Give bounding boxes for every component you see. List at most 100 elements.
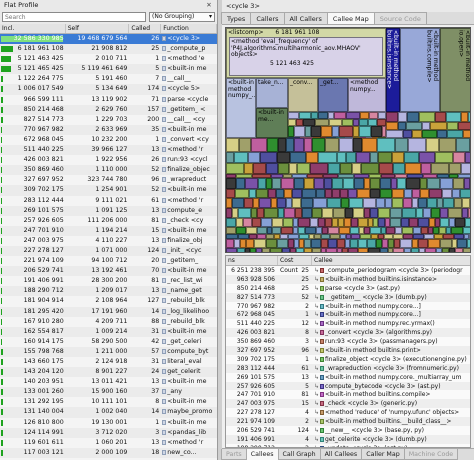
column-header-callee[interactable]: Callee: [312, 256, 470, 265]
treemap-block[interactable]: [447, 130, 463, 138]
treemap-block[interactable]: [448, 208, 462, 218]
treemap-block[interactable]: [310, 163, 328, 174]
treemap-block[interactable]: [422, 122, 430, 130]
treemap-block[interactable]: [236, 227, 246, 234]
treemap-block[interactable]: [379, 163, 393, 174]
treemap-block[interactable]: [440, 208, 448, 218]
treemap-block[interactable]: [429, 189, 442, 198]
treemap-block[interactable]: [431, 208, 440, 218]
treemap-block[interactable]: [266, 239, 277, 248]
tab-callees[interactable]: Callees: [245, 449, 279, 460]
treemap-block[interactable]: [284, 189, 292, 198]
treemap-block[interactable]: [412, 130, 422, 138]
treemap-block[interactable]: [463, 248, 470, 252]
treemap-block[interactable]: [249, 189, 256, 198]
treemap-block[interactable]: [382, 126, 386, 137]
treemap-block[interactable]: [386, 130, 403, 138]
treemap-block[interactable]: [296, 119, 303, 126]
treemap-block[interactable]: [460, 189, 470, 198]
treemap-block-get[interactable]: _get...: [318, 78, 348, 112]
treemap-block[interactable]: [302, 189, 316, 198]
treemap-block[interactable]: [304, 239, 311, 248]
treemap-block[interactable]: [358, 239, 367, 248]
treemap-block[interactable]: [363, 198, 376, 208]
table-row[interactable]: 131 292 195 10 111 101 8 <built-in me: [0, 397, 217, 407]
treemap-block[interactable]: [253, 163, 266, 174]
treemap-block[interactable]: [458, 122, 470, 130]
treemap-block[interactable]: [390, 218, 401, 227]
treemap-block[interactable]: [353, 208, 364, 218]
treemap-block[interactable]: [447, 122, 458, 130]
treemap-block[interactable]: [367, 239, 376, 248]
treemap-block[interactable]: [312, 208, 322, 218]
table-row[interactable]: 206 529 741 13 192 461 70 <built-in me: [0, 266, 217, 277]
treemap-block[interactable]: [318, 218, 325, 227]
treemap-block[interactable]: [283, 218, 293, 227]
treemap-block[interactable]: [439, 227, 446, 234]
treemap-block[interactable]: [292, 189, 302, 198]
treemap-block[interactable]: [270, 248, 282, 252]
table-row[interactable]: 5 121 463 425 2 010 711 1 <method 'e: [0, 54, 217, 64]
treemap-block[interactable]: [457, 239, 467, 248]
treemap-block[interactable]: [235, 189, 249, 198]
treemap-block[interactable]: [402, 208, 416, 218]
treemap-block[interactable]: [378, 112, 386, 119]
treemap-block[interactable]: [277, 198, 286, 208]
treemap-block[interactable]: [298, 218, 310, 227]
treemap-block[interactable]: [435, 152, 453, 163]
treemap-block[interactable]: [467, 239, 470, 248]
treemap-block[interactable]: [407, 112, 419, 122]
treemap-block[interactable]: [332, 126, 339, 137]
treemap-block[interactable]: [289, 163, 297, 174]
treemap-block[interactable]: [313, 198, 327, 208]
treemap-block[interactable]: [385, 198, 392, 208]
tab-source-code[interactable]: Source Code: [373, 12, 427, 24]
treemap-block[interactable]: [455, 218, 465, 227]
table-row[interactable]: 350 869 460 1 110 000 52 finalize_objec: [0, 165, 217, 176]
treemap-block[interactable]: [294, 126, 305, 137]
treemap-block[interactable]: [257, 227, 267, 234]
treemap-block[interactable]: [312, 248, 321, 252]
treemap-block-listcomp[interactable]: <listcomp> 6 181 961 108 <method 'eval_f…: [226, 28, 386, 78]
treemap-block[interactable]: [461, 163, 470, 174]
treemap-block[interactable]: [262, 248, 270, 252]
treemap-block[interactable]: [403, 130, 412, 138]
treemap-block[interactable]: [418, 198, 427, 208]
callee-row[interactable]: 283 112 444 61 ↳ _wrapreduction <cycle 3> (…: [226, 363, 470, 373]
treemap-block[interactable]: [325, 218, 332, 227]
table-row[interactable]: 119 601 611 1 060 201 13 <method 'r: [0, 438, 217, 448]
table-row[interactable]: 160 914 175 58 290 500 42 _get_celeri: [0, 337, 217, 347]
treemap-block[interactable]: [237, 248, 245, 252]
table-row[interactable]: 309 702 175 1 254 901 52 <built-in me: [0, 185, 217, 196]
callee-row[interactable]: 511 440 225 12 ↳ <built-in method numpy.rec…: [226, 319, 470, 328]
treemap-block[interactable]: [370, 178, 380, 189]
treemap-block[interactable]: [251, 138, 267, 152]
tab-caller-map[interactable]: Caller Map: [361, 449, 405, 460]
table-row[interactable]: 1 122 264 775 5 191 460 7 __call__: [0, 74, 217, 84]
tab-types[interactable]: Types: [221, 12, 252, 24]
treemap-block[interactable]: [296, 248, 304, 252]
treemap-block[interactable]: [405, 163, 421, 174]
treemap-block[interactable]: [226, 189, 235, 198]
treemap-block[interactable]: [277, 152, 290, 163]
treemap-block[interactable]: [278, 163, 289, 174]
callee-row[interactable]: 221 974 109 2 ↳ <built-in method builtins._…: [226, 417, 470, 427]
treemap-block[interactable]: [303, 119, 315, 126]
treemap-block[interactable]: [321, 239, 328, 248]
treemap-block[interactable]: [470, 138, 471, 152]
table-row[interactable]: 247 003 975 4 110 227 13 finalize_obj: [0, 236, 217, 246]
callee-row[interactable]: 247 003 975 15 ↳ _check <cycle 3> (generic.…: [226, 399, 470, 409]
table-row[interactable]: 191 406 991 28 300 200 81 _rec_list_wi: [0, 276, 217, 286]
callee-row[interactable]: 963 928 506 25 ↳ <built-in method builtins.…: [226, 274, 470, 284]
treemap-block[interactable]: [295, 208, 302, 218]
callee-map[interactable]: <listcomp> 6 181 961 108 <method 'eval_f…: [225, 27, 471, 253]
treemap-block[interactable]: [411, 248, 419, 252]
callee-row[interactable]: 350 869 460 3 ↳ run:93 <cycle 3> (passmanag…: [226, 337, 470, 346]
treemap-block-numpy[interactable]: <built-in method numpy_...: [226, 78, 256, 138]
treemap-block[interactable]: [350, 227, 359, 234]
treemap-block[interactable]: [454, 198, 462, 208]
treemap-block[interactable]: [284, 208, 295, 218]
treemap-block[interactable]: [314, 178, 324, 189]
column-header-function[interactable]: Function: [161, 24, 217, 33]
treemap-block[interactable]: [354, 178, 364, 189]
